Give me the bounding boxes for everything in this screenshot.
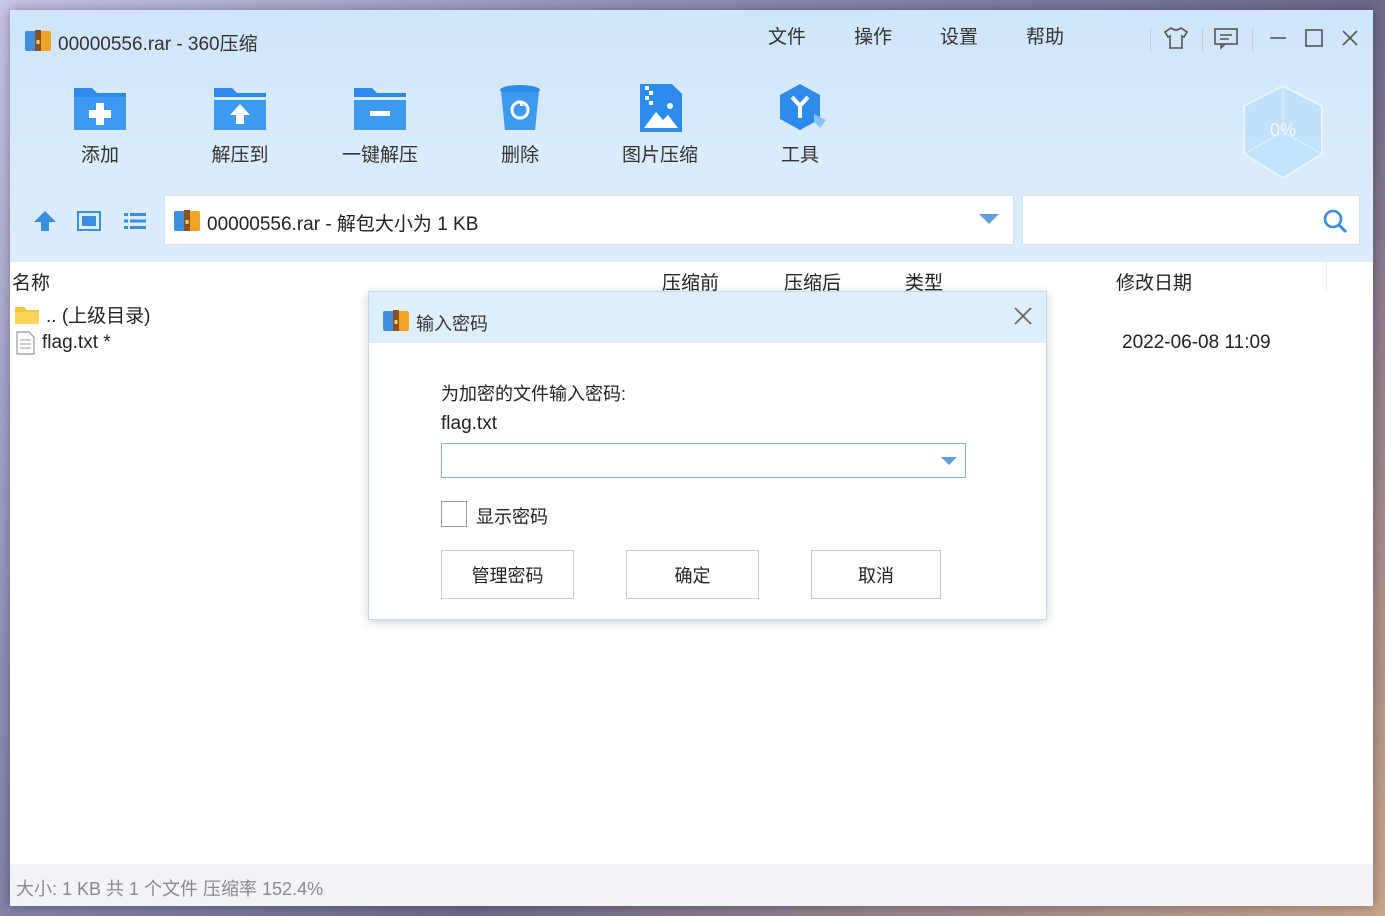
minimize-icon[interactable] [1264, 24, 1292, 52]
archive-icon [174, 210, 200, 231]
extract-to-label: 解压到 [211, 145, 269, 166]
close-icon[interactable] [1336, 24, 1364, 52]
column-modified[interactable]: 修改日期 [1116, 268, 1192, 295]
ok-button[interactable]: 确定 [626, 550, 759, 599]
extract-to-icon [214, 88, 266, 130]
window-title: 00000556.rar - 360压缩 [58, 34, 258, 55]
maximize-icon[interactable] [1300, 24, 1328, 52]
delete-label: 删除 [500, 145, 539, 166]
archive-app-icon [25, 30, 51, 51]
list-item[interactable]: flag.txt * [14, 331, 111, 355]
search-box[interactable] [1022, 195, 1360, 245]
progress-badge: 0% [1238, 82, 1328, 182]
menu-file[interactable]: 文件 [768, 22, 806, 49]
status-bar: 大小: 1 KB 共 1 个文件 压缩率 152.4% [10, 864, 1373, 906]
dialog-filename: flag.txt [441, 413, 497, 434]
one-click-extract-label: 一键解压 [341, 145, 418, 166]
column-name[interactable]: 名称 [12, 268, 50, 295]
image-compress-button[interactable]: 图片压缩 [605, 82, 715, 167]
chevron-down-icon[interactable] [941, 457, 957, 465]
password-input[interactable] [441, 443, 966, 478]
list-view-icon[interactable] [120, 206, 150, 236]
trash-icon [500, 85, 540, 130]
separator [1202, 28, 1203, 52]
address-bar[interactable]: 00000556.rar - 解包大小为 1 KB [164, 195, 1014, 245]
menu-settings[interactable]: 设置 [940, 22, 978, 49]
image-compress-label: 图片压缩 [621, 145, 698, 166]
feedback-message-icon[interactable] [1212, 24, 1240, 52]
folder-icon [15, 306, 39, 324]
add-button[interactable]: 添加 [45, 82, 155, 167]
extract-to-button[interactable]: 解压到 [185, 82, 295, 167]
add-folder-icon [74, 88, 126, 130]
separator [1150, 28, 1151, 52]
status-text: 大小: 1 KB 共 1 个文件 压缩率 152.4% [16, 879, 324, 899]
password-dialog: 输入密码 为加密的文件输入密码: flag.txt 显示密码 管理密码 确定 取… [368, 291, 1047, 620]
up-arrow-icon[interactable] [30, 206, 60, 236]
dialog-header: 输入密码 [369, 292, 1046, 343]
tools-button[interactable]: 工具 [745, 82, 855, 167]
tools-icon [780, 84, 826, 130]
tools-label: 工具 [780, 145, 819, 166]
show-password-checkbox[interactable] [441, 501, 467, 527]
one-click-extract-icon [354, 88, 406, 130]
list-item[interactable]: .. (上级目录) [14, 301, 151, 328]
progress-percent: 0% [1269, 120, 1296, 140]
dialog-prompt: 为加密的文件输入密码: [441, 384, 626, 404]
dialog-title: 输入密码 [416, 314, 488, 334]
separator [1252, 28, 1253, 52]
one-click-extract-button[interactable]: 一键解压 [325, 82, 435, 167]
manage-password-button[interactable]: 管理密码 [441, 550, 574, 599]
thumbnail-view-icon[interactable] [74, 206, 104, 236]
text-file-icon [16, 331, 35, 355]
chevron-down-icon[interactable] [979, 214, 999, 224]
delete-button[interactable]: 删除 [465, 82, 575, 167]
image-compress-icon [640, 84, 682, 132]
search-icon[interactable] [1321, 207, 1349, 235]
file-modified-date: 2022-06-08 11:09 [1122, 332, 1271, 353]
address-text: 00000556.rar - 解包大小为 1 KB [207, 214, 479, 235]
add-button-label: 添加 [80, 145, 119, 166]
top-toolbar-area: 00000556.rar - 360压缩 文件 操作 设置 帮助 添加 解压到 … [10, 10, 1373, 262]
skin-shirt-icon[interactable] [1162, 24, 1190, 52]
show-password-label[interactable]: 显示密码 [476, 503, 548, 529]
dialog-close-icon[interactable] [1009, 304, 1037, 332]
file-name: .. (上级目录) [46, 306, 151, 327]
file-name: flag.txt * [42, 332, 111, 353]
menu-help[interactable]: 帮助 [1026, 22, 1064, 49]
column-divider [1326, 262, 1327, 292]
menu-operation[interactable]: 操作 [854, 22, 892, 49]
archive-app-icon [383, 310, 409, 331]
cancel-button[interactable]: 取消 [811, 550, 941, 599]
